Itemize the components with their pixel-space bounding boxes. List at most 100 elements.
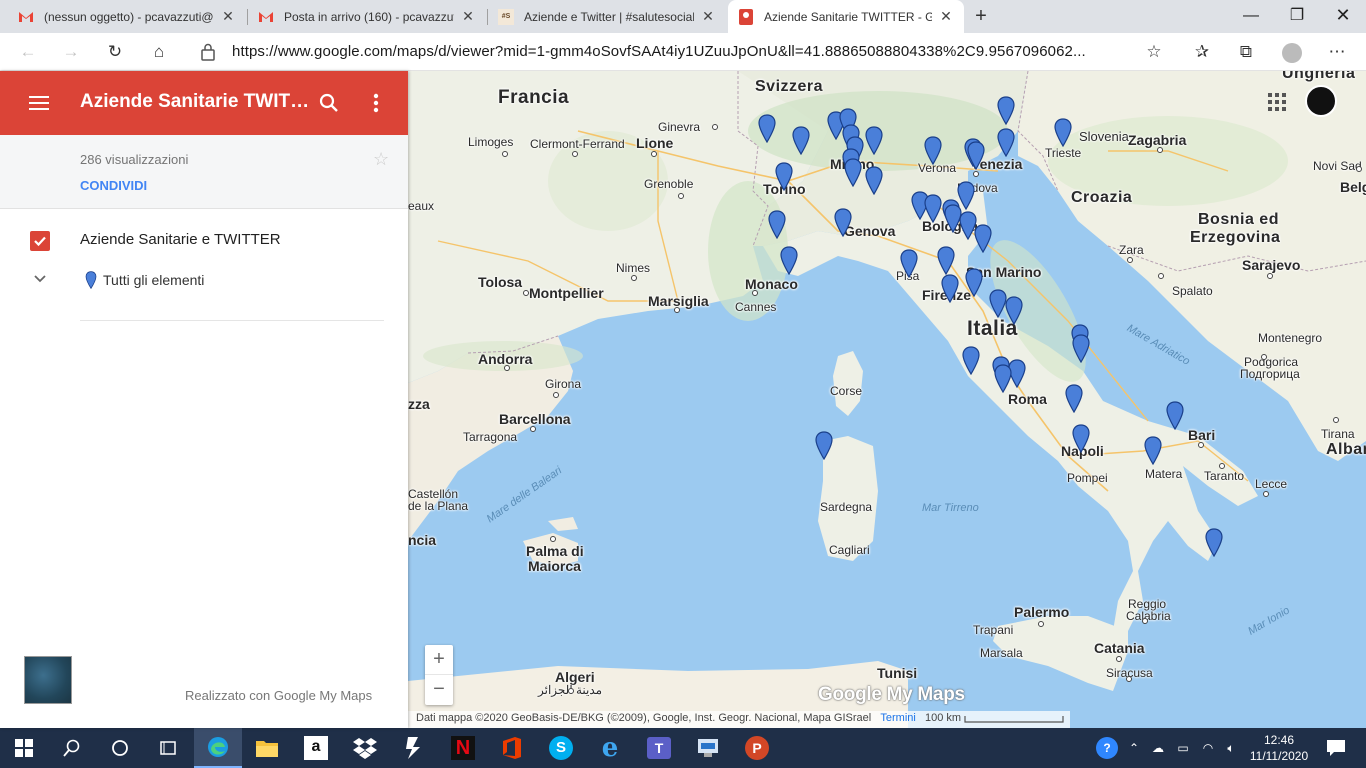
map-marker-pin-icon[interactable] (1072, 424, 1090, 453)
city-dot (1142, 618, 1148, 624)
map-marker-pin-icon[interactable] (965, 268, 983, 297)
chevron-up-icon[interactable]: ⌃ (1124, 728, 1144, 768)
back-arrow-icon[interactable]: ← (14, 38, 42, 66)
settings-more-icon[interactable]: ⋯ (1323, 38, 1351, 66)
map-marker-pin-icon[interactable] (792, 126, 810, 155)
close-tab-icon[interactable]: ✕ (938, 8, 954, 25)
close-window-icon[interactable]: ✕ (1320, 0, 1366, 33)
map-marker-pin-icon[interactable] (974, 224, 992, 253)
map-marker-pin-icon[interactable] (865, 166, 883, 195)
map-marker-pin-icon[interactable] (865, 126, 883, 155)
restore-icon[interactable]: ❐ (1274, 0, 1320, 33)
search-icon[interactable] (48, 728, 96, 768)
search-icon[interactable] (317, 91, 341, 115)
city-dot (1116, 656, 1122, 662)
map-marker-pin-icon[interactable] (997, 96, 1015, 125)
made-with-link[interactable]: Realizzato con Google My Maps (185, 688, 372, 703)
map-marker-pin-icon[interactable] (1054, 118, 1072, 147)
skype-icon[interactable]: S (537, 728, 585, 768)
apps-grid-icon[interactable] (1268, 93, 1286, 111)
volume-icon[interactable]: 🔈︎ (1220, 728, 1242, 768)
onedrive-icon[interactable]: ☁ (1146, 728, 1170, 768)
favorites-list-icon[interactable]: ✰ (1188, 38, 1216, 66)
map-marker-pin-icon[interactable] (997, 128, 1015, 157)
edge-icon[interactable] (194, 728, 242, 768)
map-marker-pin-icon[interactable] (768, 210, 786, 239)
help-icon[interactable]: ? (1094, 728, 1120, 768)
file-explorer-icon[interactable] (243, 728, 291, 768)
map-marker-pin-icon[interactable] (967, 141, 985, 170)
remote-desktop-icon[interactable] (684, 728, 732, 768)
office-icon[interactable] (488, 728, 536, 768)
label-corse: Corse (830, 384, 863, 398)
start-icon[interactable] (0, 728, 48, 768)
map-marker-pin-icon[interactable] (815, 431, 833, 460)
base-map-thumbnail[interactable] (24, 656, 72, 704)
map-marker-pin-icon[interactable] (994, 364, 1012, 393)
home-icon[interactable]: ⌂ (145, 38, 173, 66)
close-tab-icon[interactable]: ✕ (460, 8, 476, 25)
map-marker-pin-icon[interactable] (844, 158, 862, 187)
map-marker-pin-icon[interactable] (924, 194, 942, 223)
map-marker-pin-icon[interactable] (937, 246, 955, 275)
address-bar[interactable]: https://www.google.com/maps/d/viewer?mid… (232, 43, 1086, 60)
teams-icon[interactable]: T (635, 728, 683, 768)
account-avatar[interactable] (1305, 85, 1337, 117)
forward-arrow-icon[interactable]: → (57, 38, 85, 66)
map-marker-pin-icon[interactable] (924, 136, 942, 165)
map-marker-pin-icon[interactable] (1166, 401, 1184, 430)
map-marker-pin-icon[interactable] (941, 274, 959, 303)
map-marker-pin-icon[interactable] (1065, 384, 1083, 413)
map-marker-pin-icon[interactable] (1072, 334, 1090, 363)
power-automate-icon[interactable] (390, 728, 438, 768)
system-clock[interactable]: 12:46 11/11/2020 (1248, 732, 1310, 764)
collections-icon[interactable]: ⧉ (1232, 38, 1260, 66)
wifi-icon[interactable]: ◠ (1196, 728, 1220, 768)
tab-maps-active[interactable]: Aziende Sanitarie TWITTER - Goo ✕ (728, 0, 964, 33)
more-vert-icon[interactable] (366, 91, 386, 115)
chevron-down-icon[interactable] (33, 274, 47, 284)
layer-checkbox[interactable] (30, 231, 50, 251)
minimize-icon[interactable]: — (1228, 0, 1274, 33)
profile-icon[interactable] (1278, 38, 1306, 66)
refresh-icon[interactable]: ↻ (101, 38, 129, 66)
zoom-out-button[interactable]: − (425, 675, 453, 705)
menu-icon[interactable] (29, 96, 49, 110)
battery-icon[interactable]: ▭ (1172, 728, 1194, 768)
close-tab-icon[interactable]: ✕ (700, 8, 716, 25)
terms-link[interactable]: Termini (880, 712, 915, 724)
task-view-icon[interactable] (144, 728, 192, 768)
map-marker-pin-icon[interactable] (775, 162, 793, 191)
lock-icon[interactable] (201, 43, 215, 61)
map-marker-pin-icon[interactable] (834, 208, 852, 237)
tab-gmail-1[interactable]: (nessun oggetto) - pcavazzuti@ ✕ (8, 0, 246, 33)
map-marker-pin-icon[interactable] (944, 204, 962, 233)
notifications-icon[interactable] (1318, 728, 1354, 768)
map-marker-pin-icon[interactable] (780, 246, 798, 275)
internet-explorer-icon[interactable]: e (586, 728, 634, 768)
netflix-icon[interactable]: N (439, 728, 487, 768)
map-marker-pin-icon[interactable] (1205, 528, 1223, 557)
amazon-icon[interactable]: a (292, 728, 340, 768)
site-icon: #S (498, 8, 514, 25)
layer-title[interactable]: Aziende Sanitarie e TWITTER (80, 231, 281, 248)
map-marker-pin-icon[interactable] (962, 346, 980, 375)
map-marker-pin-icon[interactable] (758, 114, 776, 143)
close-tab-icon[interactable]: ✕ (220, 8, 236, 25)
share-button[interactable]: CONDIVIDI (80, 178, 147, 193)
zoom-in-button[interactable]: + (425, 645, 453, 675)
star-icon[interactable]: ☆ (373, 149, 389, 170)
dropbox-icon[interactable] (341, 728, 389, 768)
new-tab-icon[interactable]: + (969, 4, 993, 28)
cortana-icon[interactable] (96, 728, 144, 768)
label-nimes: Nimes (616, 261, 651, 275)
favorite-star-icon[interactable]: ☆ (1140, 38, 1168, 66)
tab-gmail-2[interactable]: Posta in arrivo (160) - pcavazzuti ✕ (248, 0, 486, 33)
layer-item-all[interactable]: Tutti gli elementi (103, 272, 204, 288)
map-marker-pin-icon[interactable] (1005, 296, 1023, 325)
tab-salutesocial[interactable]: #S Aziende e Twitter | #salutesocial ✕ (488, 0, 726, 33)
map-marker-pin-icon[interactable] (900, 249, 918, 278)
map-canvas[interactable]: Francia Svizzera Ungheria Slovenia Croaz… (408, 71, 1366, 728)
map-marker-pin-icon[interactable] (1144, 436, 1162, 465)
powerpoint-icon[interactable]: P (733, 728, 781, 768)
